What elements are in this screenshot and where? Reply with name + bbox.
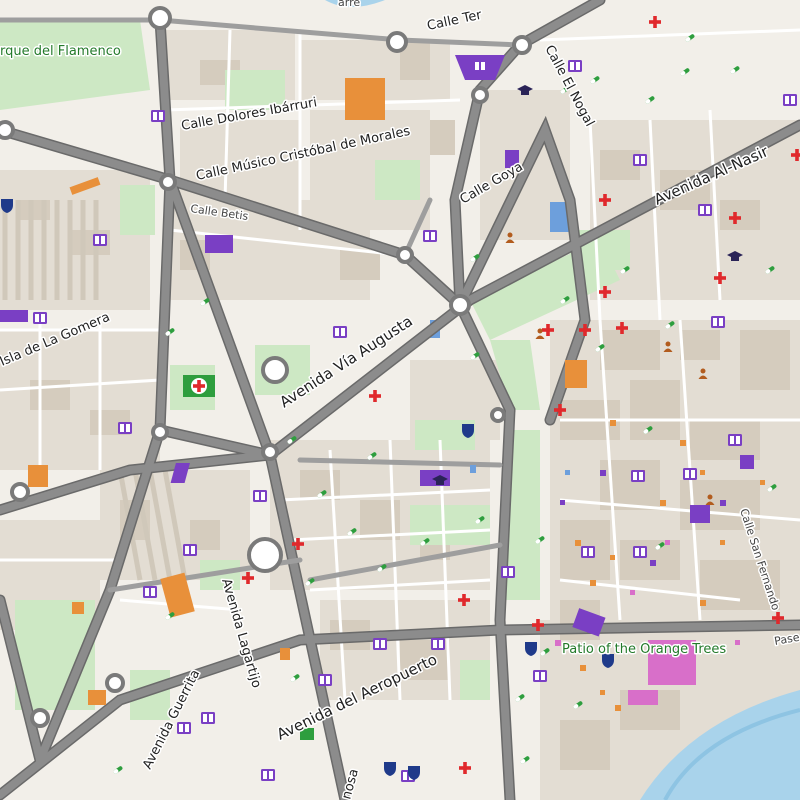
library-icon[interactable] — [633, 154, 647, 166]
library-icon[interactable] — [698, 204, 712, 216]
library-icon[interactable] — [501, 566, 515, 578]
landmark-label[interactable]: Patio of the Orange Trees — [561, 641, 728, 659]
library-icon[interactable] — [201, 712, 215, 724]
library-icon[interactable] — [473, 60, 487, 72]
library-icon[interactable] — [581, 546, 595, 558]
library-icon[interactable] — [683, 468, 697, 480]
library-icon[interactable] — [143, 586, 157, 598]
library-icon[interactable] — [533, 670, 547, 682]
library-icon[interactable] — [333, 326, 347, 338]
library-icon[interactable] — [118, 422, 132, 434]
library-icon[interactable] — [177, 722, 191, 734]
library-icon[interactable] — [33, 312, 47, 324]
library-icon[interactable] — [261, 769, 275, 781]
hospital-complex — [183, 375, 215, 397]
library-icon[interactable] — [633, 546, 647, 558]
library-icon[interactable] — [711, 316, 725, 328]
library-icon[interactable] — [783, 94, 797, 106]
library-icon[interactable] — [631, 470, 645, 482]
library-icon[interactable] — [93, 234, 107, 246]
park-label[interactable]: rque del Flamenco — [0, 43, 122, 61]
library-icon[interactable] — [423, 230, 437, 242]
library-icon[interactable] — [373, 638, 387, 650]
library-icon[interactable] — [318, 674, 332, 686]
map-canvas[interactable]: rque del Flamenco Calle Ter Calle Dolore… — [0, 0, 800, 800]
library-icon[interactable] — [728, 434, 742, 446]
library-icon[interactable] — [151, 110, 165, 122]
library-icon[interactable] — [431, 638, 445, 650]
street-label[interactable]: arre — [337, 0, 362, 11]
library-icon[interactable] — [253, 490, 267, 502]
library-icon[interactable] — [183, 544, 197, 556]
